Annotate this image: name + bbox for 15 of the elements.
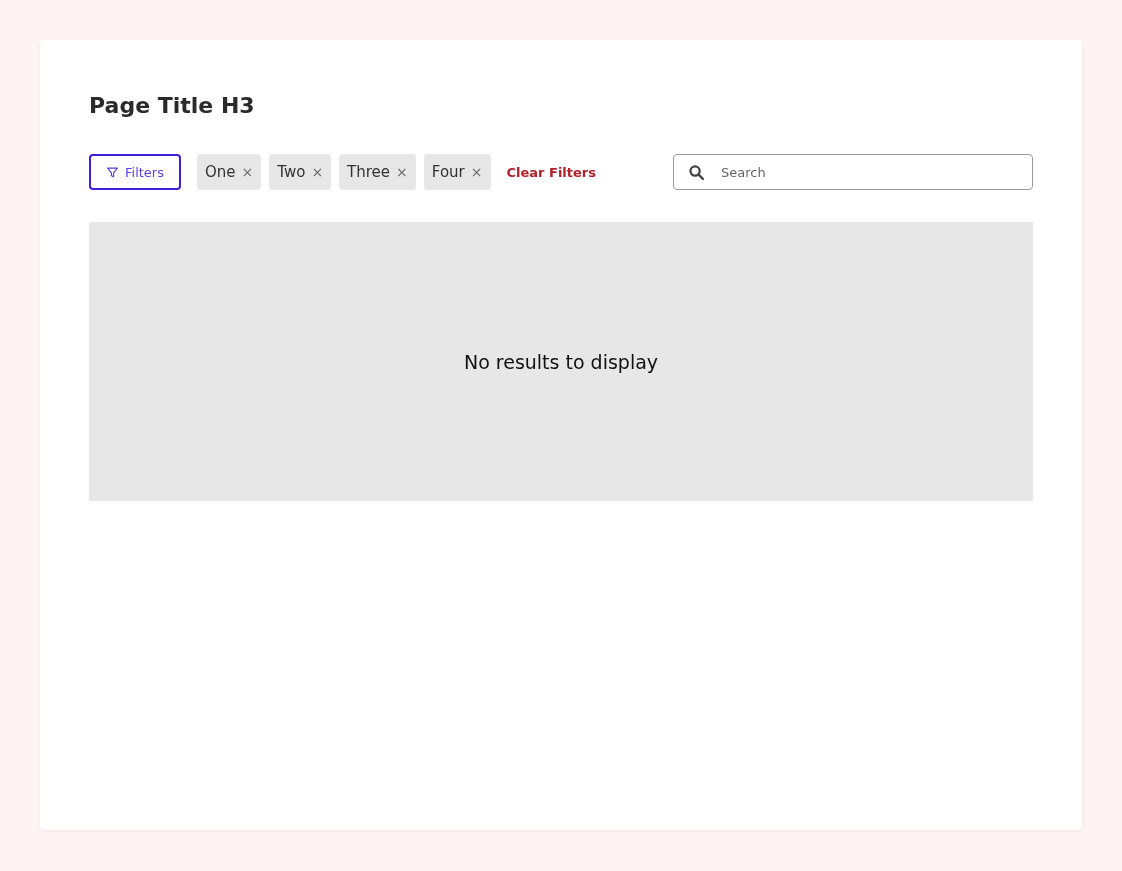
search-icon — [688, 164, 705, 181]
empty-state-message: No results to display — [463, 350, 659, 373]
clear-filters-link[interactable]: Clear Filters — [506, 164, 596, 180]
chip-remove-button[interactable]: × — [470, 164, 483, 180]
chip-remove-button[interactable]: × — [396, 164, 408, 180]
search-field[interactable]: Search — [673, 154, 1033, 190]
chip-label: Two — [277, 163, 306, 181]
page-title: Page Title H3 — [89, 92, 256, 120]
chip-label: Three — [347, 163, 391, 181]
chip-remove-button[interactable]: × — [241, 164, 254, 180]
filters-button[interactable]: Filters — [89, 154, 181, 190]
chip-remove-button[interactable]: × — [311, 164, 324, 180]
filter-icon — [106, 165, 119, 179]
chip-label: One — [204, 163, 236, 181]
chip-label: Four — [431, 163, 465, 181]
